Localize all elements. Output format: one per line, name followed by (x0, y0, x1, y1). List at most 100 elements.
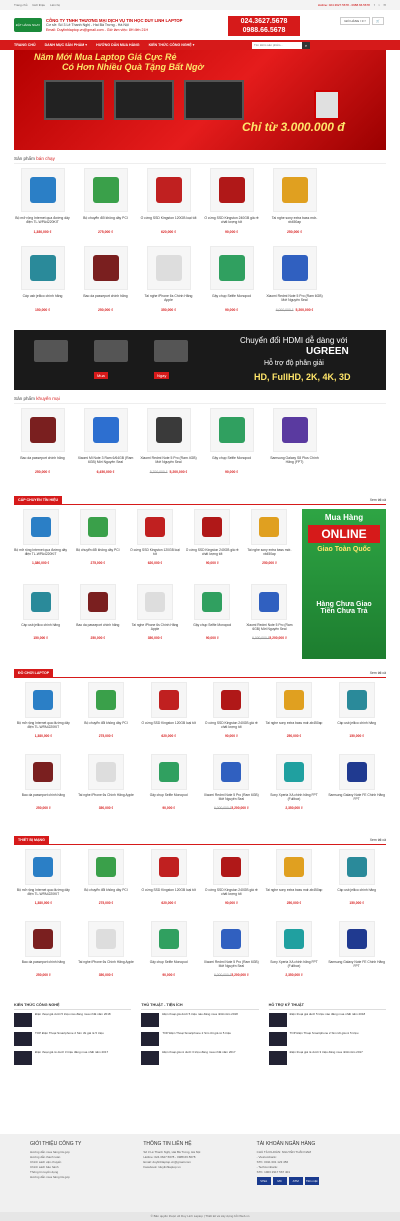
product-image[interactable] (150, 849, 187, 885)
product-name[interactable]: Bộ mở rộng Internet qua đường dây điện T… (14, 548, 67, 560)
product-card[interactable]: Cáp usb jellico chính hãng 150,000 ₫ (327, 849, 386, 921)
news-thumbnail[interactable] (141, 1013, 160, 1027)
product-image[interactable] (25, 754, 62, 790)
product-image[interactable] (25, 682, 62, 718)
product-card[interactable]: Samsung Galaxy S8 Plus Chính Hãng (FPT) (266, 408, 323, 486)
product-card[interactable]: Bộ mở rộng Internet qua đường dây điện T… (14, 168, 71, 246)
product-image[interactable] (146, 246, 191, 290)
product-card[interactable]: Xiaomi Redmi Note 5 Pro (Ram 6GB) Mới Ng… (202, 921, 261, 993)
product-card[interactable]: Ổ cứng SSD Kingston 240GB giá rẻ chất lư… (202, 682, 261, 754)
product-image[interactable] (87, 754, 124, 790)
product-card[interactable]: Bao da passeport chính hãng 250,000 ₫ (14, 754, 73, 826)
news-heading[interactable]: HỖ TRỢ KỸ THUẬT (268, 1003, 386, 1010)
product-image[interactable] (272, 168, 317, 212)
news-title[interactable]: TOP Điện Thoại Smartphone 2 Sim tốt giá … (290, 1031, 359, 1048)
product-image[interactable] (87, 849, 124, 885)
product-name[interactable]: Tai nghe iPhone 6s Chính Hãng Apple (77, 793, 136, 805)
product-image[interactable] (25, 849, 62, 885)
news-thumbnail[interactable] (268, 1051, 287, 1065)
product-name[interactable]: Bộ chuyển đổi không dây PCI (77, 888, 136, 900)
product-name[interactable]: Bao da passeport chính hãng (14, 793, 73, 805)
news-post[interactable]: Điện thoại giá dưới 5 triệu nào đáng mua… (268, 1012, 386, 1029)
product-card[interactable]: Cáp usb jellico chính hãng 150,000 ₫ (14, 246, 71, 324)
product-card[interactable]: Ổ cứng SSD Kingston 120GB loại tốt 620,00… (139, 849, 198, 921)
product-card[interactable]: Xiaomi Redmi Note 5 Pro (Ram 6GB) Mới Ng… (243, 584, 296, 656)
product-image[interactable] (272, 408, 317, 452)
search-icon[interactable]: ⌕ (302, 41, 310, 49)
news-title[interactable]: Điện thoại giá rẻ dưới 3 triệu đáng mua … (35, 1050, 108, 1067)
product-card[interactable]: Ổ cứng SSD Kingston 120GB loại tốt 620,00… (139, 682, 198, 754)
product-card[interactable]: Bao da passeport chính hãng 250,000 ₫ (14, 408, 71, 486)
news-post[interactable]: Điện thoại giá rẻ dưới 3 triệu đáng mua … (141, 1050, 258, 1067)
product-name[interactable]: Cáp usb jellico chính hãng (327, 888, 386, 900)
news-post[interactable]: TOP Điện Thoại Smartphone 2 Sim tốt giá … (141, 1031, 258, 1048)
product-card[interactable]: Tai nghe iPhone 6s Chính Hãng Apple 350,0… (77, 921, 136, 993)
product-name[interactable]: Ổ cứng SSD Kingston 120GB loại tốt (128, 548, 181, 560)
product-name[interactable]: Tai nghe sony extra bass mdr-xb450ap (243, 548, 296, 560)
view-all-link[interactable]: Xem tất cả (370, 498, 386, 502)
topbar-link-contact[interactable]: Liên hệ (50, 3, 60, 7)
product-image[interactable] (213, 921, 250, 957)
product-image[interactable] (275, 754, 312, 790)
product-card[interactable]: Tai nghe sony extra bass mdr-xb450ap 250,… (265, 849, 324, 921)
product-name[interactable]: Bao da passeport chính hãng (14, 456, 71, 468)
news-post[interactable]: Điện thoại giá dưới 5 triệu nào đáng mua… (141, 1012, 258, 1029)
product-name[interactable]: Samsung Galaxy S8 Plus Chính Hãng (FPT) (266, 456, 323, 468)
product-image[interactable] (209, 408, 254, 452)
news-post[interactable]: Điện thoại giá rẻ dưới 3 triệu đáng mua … (268, 1050, 386, 1067)
product-card[interactable]: Bộ chuyển đổi không dây PCI 275,000 ₫ (77, 168, 134, 246)
product-name[interactable]: Xiaomi Redmi Note 5 Pro (Ram 6GB) Mới Ng… (202, 960, 261, 972)
product-card[interactable]: Bộ mở rộng Internet qua đường dây điện T… (14, 509, 67, 581)
product-name[interactable]: Xiaomi Redmi Note 5 Pro (Ram 6GB) Mới Ng… (243, 623, 296, 635)
product-name[interactable]: Gậy chụp Selfie Monopod (186, 623, 239, 635)
product-image[interactable] (87, 682, 124, 718)
news-title[interactable]: TOP Điện Thoại Smartphone 2 Sim tốt giá … (35, 1031, 104, 1048)
product-image[interactable] (338, 921, 375, 957)
news-title[interactable]: Điện thoại giá dưới 5 triệu nào đáng mua… (290, 1012, 366, 1029)
product-image[interactable] (213, 849, 250, 885)
product-image[interactable] (20, 408, 65, 452)
product-name[interactable]: Bộ mở rộng Internet qua đường dây điện T… (14, 721, 73, 733)
nav-item-guide[interactable]: HƯỚNG DẪN MUA HÀNG (96, 43, 139, 47)
product-image[interactable] (150, 754, 187, 790)
news-thumbnail[interactable] (14, 1013, 32, 1027)
product-card[interactable]: Bộ mở rộng Internet qua đường dây điện T… (14, 682, 73, 754)
product-image[interactable] (251, 584, 288, 620)
product-name[interactable]: Bộ chuyển đổi không dây PCI (77, 216, 134, 228)
news-post[interactable]: Điện thoại giá dưới 5 triệu nào đáng mua… (14, 1012, 131, 1029)
product-image[interactable] (338, 849, 375, 885)
product-name[interactable]: Bộ mở rộng Internet qua đường dây điện T… (14, 216, 71, 228)
product-card[interactable]: Sony Xperia XA chính hãng FPT (Fullbox) 2… (265, 921, 324, 993)
product-name[interactable]: Tai nghe iPhone 6s Chính Hãng Apple (128, 623, 181, 635)
product-card[interactable]: Ổ cứng SSD Kingston 240GB giá rẻ chất lư… (202, 849, 261, 921)
product-card[interactable]: Tai nghe iPhone 6s Chính Hãng Apple 350,0… (140, 246, 197, 324)
product-card[interactable]: Tai nghe sony extra bass mdr-xb450ap 250,… (243, 509, 296, 581)
news-title[interactable]: Điện thoại giá rẻ dưới 3 triệu đáng mua … (162, 1050, 235, 1067)
product-name[interactable]: Ổ cứng SSD Kingston 240GB giá rẻ chất lư… (203, 216, 260, 228)
product-image[interactable] (209, 246, 254, 290)
news-thumbnail[interactable] (14, 1051, 32, 1065)
product-card[interactable]: Bộ mở rộng Internet qua đường dây điện T… (14, 849, 73, 921)
product-name[interactable]: Bao da passeport chính hãng (14, 960, 73, 972)
product-image[interactable] (22, 509, 59, 545)
news-post[interactable]: Điện thoại giá rẻ dưới 3 triệu đáng mua … (14, 1050, 131, 1067)
product-card[interactable]: Bao da passeport chính hãng 250,000 ₫ (71, 584, 124, 656)
news-post[interactable]: TOP Điện Thoại Smartphone 2 Sim tốt giá … (268, 1031, 386, 1048)
product-name[interactable]: Ổ cứng SSD Kingston 240GB giá rẻ chất lư… (202, 888, 261, 900)
product-name[interactable]: Sony Xperia XA chính hãng FPT (Fullbox) (265, 793, 324, 805)
product-image[interactable] (136, 509, 173, 545)
nav-item-knowledge[interactable]: KIẾN THỨC CÔNG NGHỆ ▾ (149, 43, 195, 47)
product-image[interactable] (20, 168, 65, 212)
news-thumbnail[interactable] (141, 1032, 160, 1046)
product-name[interactable]: Bộ chuyển đổi không dây PCI (77, 721, 136, 733)
product-name[interactable]: Bao da passeport chính hãng (77, 294, 134, 306)
product-card[interactable]: Xiaomi Redmi Note 5 Pro (Ram 6GB) Mới Ng… (266, 246, 323, 324)
twitter-icon[interactable]: t (379, 3, 380, 7)
product-image[interactable] (213, 754, 250, 790)
product-name[interactable]: Gậy chụp Selfie Monopod (203, 294, 260, 306)
product-card[interactable]: Cáp usb jellico chính hãng 150,000 ₫ (327, 682, 386, 754)
news-thumbnail[interactable] (14, 1032, 32, 1046)
product-image[interactable] (194, 509, 231, 545)
product-name[interactable]: Tai nghe iPhone 6s Chính Hãng Apple (140, 294, 197, 306)
product-card[interactable]: Cáp usb jellico chính hãng 150,000 ₫ (14, 584, 67, 656)
